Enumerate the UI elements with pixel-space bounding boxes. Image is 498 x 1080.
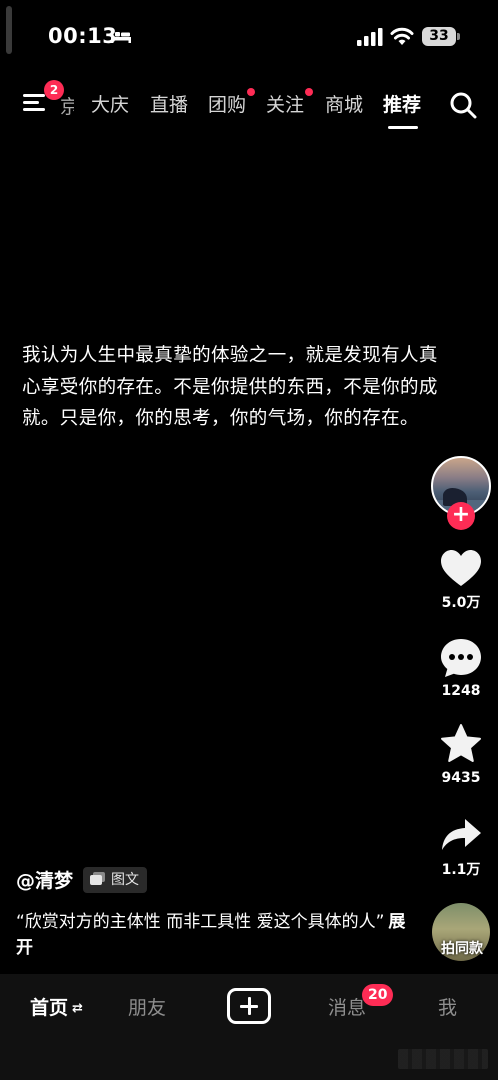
- watermark: [398, 1049, 488, 1069]
- active-tab-indicator: [388, 126, 418, 129]
- favorite-button[interactable]: 9435: [431, 722, 491, 786]
- image-text-tag: 图文: [83, 867, 147, 893]
- comment-icon: [441, 639, 481, 677]
- messages-badge: 20: [362, 984, 394, 1006]
- tab-following[interactable]: 关注: [266, 88, 314, 117]
- notification-dot: [305, 88, 314, 96]
- tab-home[interactable]: 首页 ⇄: [30, 993, 83, 1020]
- battery-level: 33: [422, 27, 456, 46]
- battery-tip: [457, 33, 460, 40]
- tab-messages[interactable]: 消息: [328, 993, 366, 1020]
- post-text: 我认为人生中最真挚的体验之一，就是发现有人真心享受你的存在。不是你提供的东西，不…: [22, 345, 438, 429]
- tab-group-buy[interactable]: 团购: [208, 88, 256, 117]
- follow-button[interactable]: +: [447, 502, 475, 530]
- share-count: 1.1万: [441, 862, 481, 878]
- create-button[interactable]: [227, 988, 271, 1024]
- top-nav: 2 京 大庆 直播 团购 关注 商城 推荐: [0, 78, 498, 130]
- use-template-label[interactable]: 拍同款: [432, 938, 492, 958]
- image-text-icon: [90, 872, 105, 885]
- like-count: 5.0万: [441, 595, 481, 611]
- sleep-bed-icon: [111, 30, 131, 43]
- switch-arrows-icon: ⇄: [72, 1001, 83, 1016]
- comment-button[interactable]: 1248: [431, 637, 491, 699]
- search-icon[interactable]: [449, 91, 477, 119]
- tab-live[interactable]: 直播: [150, 90, 188, 117]
- menu-icon-line: [23, 108, 45, 111]
- image-text-tag-label: 图文: [111, 872, 139, 888]
- author-name[interactable]: @清梦: [16, 866, 73, 893]
- tab-recommended[interactable]: 推荐: [383, 90, 421, 117]
- menu-icon-line: [23, 94, 45, 97]
- tab-daqing[interactable]: 大庆: [91, 90, 129, 117]
- favorite-count: 9435: [441, 770, 481, 786]
- tab-mall[interactable]: 商城: [325, 90, 363, 117]
- share-button[interactable]: 1.1万: [431, 815, 491, 879]
- share-arrow-icon: [442, 819, 481, 850]
- comment-count: 1248: [441, 683, 481, 699]
- tab-me[interactable]: 我: [438, 993, 457, 1020]
- like-button[interactable]: 5.0万: [431, 548, 491, 612]
- tab-group-buy-label: 团购: [208, 94, 247, 116]
- star-icon: [441, 724, 481, 762]
- cellular-signal-icon: [357, 28, 383, 46]
- heart-icon: [441, 550, 481, 586]
- status-bar: 00:13 33: [0, 0, 498, 70]
- status-time: 00:13: [48, 24, 118, 48]
- menu-icon-line: [23, 101, 39, 104]
- plus-icon-horizontal: [240, 1004, 258, 1008]
- wifi-icon: [390, 27, 414, 45]
- tab-home-label: 首页: [30, 997, 69, 1019]
- tab-friends[interactable]: 朋友: [128, 993, 166, 1020]
- tab-partial[interactable]: 京: [60, 92, 74, 119]
- caption-text: “欣赏对方的主体性 而非工具性 爱这个具体的人”: [16, 912, 385, 932]
- post-caption: “欣赏对方的主体性 而非工具性 爱这个具体的人” 展开: [16, 909, 406, 961]
- tab-following-label: 关注: [266, 94, 305, 116]
- notification-dot: [247, 88, 256, 96]
